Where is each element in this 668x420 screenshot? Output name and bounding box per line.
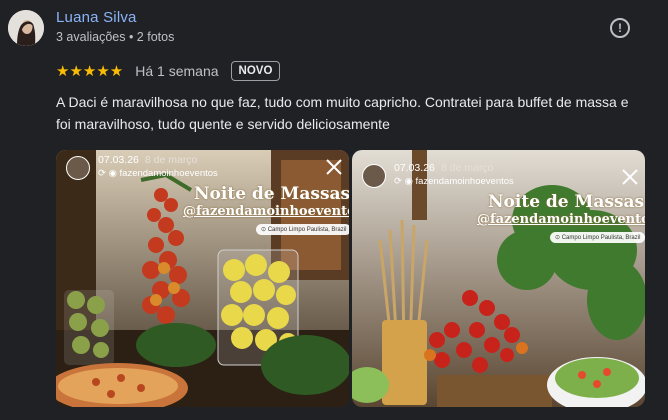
photo-1-title: Noite de Massas! [194, 184, 349, 204]
reviewer-avatar[interactable] [8, 10, 44, 46]
photo-2-username: ⟳ ◉ fazendamoinhoeventos [394, 176, 514, 187]
review-photo-1[interactable]: 07.03.26 8 de março ⟳ ◉ fazendamoinhoeven… [56, 150, 349, 407]
repost-icon: ⟳ ◉ [394, 176, 416, 187]
location-pin-icon: ⊙ [555, 235, 562, 241]
new-badge: NOVO [230, 61, 281, 81]
location-pin-icon: ⊙ [261, 227, 268, 233]
photo-1-date: 07.03.26 8 de março [98, 154, 198, 166]
photo-1-location: ⊙ Campo Limpo Paulista, Brazil [256, 224, 349, 235]
review-date: Há 1 semana [135, 63, 219, 79]
review-photo-2[interactable]: 07.03.26 8 de março ⟳ ◉ fazendamoinhoeven… [352, 150, 645, 407]
star-rating: ★★★★★ [56, 63, 124, 80]
rating-row: ★★★★★ Há 1 semana NOVO [56, 59, 281, 83]
photo-1-username: ⟳ ◉ fazendamoinhoeventos [98, 168, 218, 179]
report-icon[interactable]: ! [610, 18, 630, 38]
photo-1-account-avatar [66, 156, 90, 180]
close-icon[interactable] [620, 167, 640, 187]
photo-1-handle: @fazendamoinhoeventos [183, 204, 349, 219]
close-icon[interactable] [324, 157, 344, 177]
photo-2-image [352, 150, 645, 407]
photo-2-account-avatar [362, 164, 386, 188]
reviewer-meta: 3 avaliações • 2 fotos [56, 30, 175, 44]
repost-icon: ⟳ ◉ [98, 168, 120, 179]
photo-2-handle: @fazendamoinhoeventos [477, 212, 645, 227]
photo-2-title: Noite de Massas! [488, 192, 645, 212]
review-text: A Daci é maravilhosa no que faz, tudo co… [56, 94, 629, 132]
photo-2-date: 07.03.26 8 de março [394, 162, 494, 174]
photo-2-location: ⊙ Campo Limpo Paulista, Brazil [550, 232, 645, 243]
reviewer-name[interactable]: Luana Silva [56, 9, 137, 26]
